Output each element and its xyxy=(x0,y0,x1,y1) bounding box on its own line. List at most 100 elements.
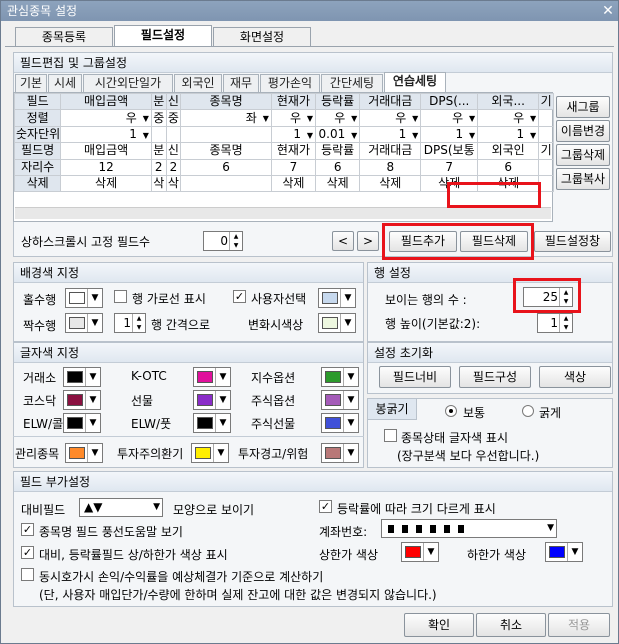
grid-cell: 8 xyxy=(359,158,422,176)
group-button-1[interactable]: 이름변경 xyxy=(556,120,610,142)
grid-cell[interactable]: 좌 xyxy=(180,109,272,127)
grid-cell[interactable]: 우 xyxy=(60,109,152,127)
grid-cell[interactable]: 1 xyxy=(60,125,152,144)
row-gap-stepper[interactable]: 1 ▲ ▼ xyxy=(114,313,146,333)
grid-cell[interactable]: 삭 xyxy=(165,174,182,193)
tab-screen-settings[interactable]: 화면설정 xyxy=(213,27,311,47)
lower-color-picker[interactable]: ▼ xyxy=(545,542,583,562)
reset-color-button[interactable]: 색상 xyxy=(539,366,611,388)
grid-cell[interactable]: 삭 xyxy=(150,174,167,193)
subtab-3[interactable]: 외국인 xyxy=(174,74,222,92)
field-window-button[interactable]: 필드설정창 xyxy=(534,231,611,252)
group-button-3[interactable]: 그룹복사 xyxy=(556,168,610,190)
grid-cell[interactable]: 삭제 xyxy=(270,174,317,193)
row-height-stepper[interactable]: 1 ▲ ▼ xyxy=(537,313,573,333)
grid-cell[interactable]: 우 xyxy=(270,109,317,127)
subtab-6[interactable]: 간단세팅 xyxy=(321,74,383,92)
subtab-4[interactable]: 재무 xyxy=(223,74,259,92)
subtab-1[interactable]: 시세 xyxy=(48,74,82,92)
text-color-label-8: 주식선물 xyxy=(251,417,296,431)
subtab-2[interactable]: 시간외단일가 xyxy=(83,74,173,92)
odd-row-color-picker[interactable]: ▼ xyxy=(65,288,103,308)
extra-settings-title: 필드 부가설정 xyxy=(14,472,612,492)
text-color-label-4: 선물 xyxy=(131,394,154,408)
text-color-picker-5[interactable]: ▼ xyxy=(321,390,359,410)
grid-scrollbar[interactable] xyxy=(15,207,551,219)
grid-cell[interactable]: 중 xyxy=(165,109,182,127)
even-row-color-picker[interactable]: ▼ xyxy=(65,313,103,333)
user-select-checkbox[interactable]: ✓ xyxy=(233,290,246,303)
group-button-2[interactable]: 그룹삭제 xyxy=(556,144,610,166)
balloon-checkbox[interactable]: ✓ xyxy=(21,523,34,536)
spin-arrows-icon[interactable]: ▲ ▼ xyxy=(132,314,145,332)
grid-cell[interactable]: 0.01 xyxy=(315,125,361,144)
grid-cell[interactable]: 우 xyxy=(477,109,540,127)
grid-cell[interactable]: 1 xyxy=(359,125,422,144)
grid-cell xyxy=(150,125,167,144)
change-color-picker[interactable]: ▼ xyxy=(318,313,356,333)
bold-radio[interactable] xyxy=(522,405,534,417)
grid-cell[interactable]: 1 xyxy=(420,125,479,144)
row-line-checkbox[interactable] xyxy=(114,290,127,303)
text-color-picker-8[interactable]: ▼ xyxy=(321,413,359,433)
status-color-picker-0[interactable]: ▼ xyxy=(65,443,103,463)
next-button[interactable]: > xyxy=(357,231,379,251)
grid-cell[interactable]: 1 xyxy=(477,125,540,144)
text-color-picker-4[interactable]: ▼ xyxy=(193,390,231,410)
subtab-7[interactable]: 연습세팅 xyxy=(384,72,446,92)
grid-cell: 거래대금 xyxy=(359,92,422,111)
close-icon[interactable]: ✕ xyxy=(600,3,616,19)
grid-cell xyxy=(180,125,272,144)
normal-radio[interactable] xyxy=(445,405,457,417)
grid-cell[interactable]: 우 xyxy=(420,109,479,127)
grid-cell: 기 xyxy=(538,142,554,160)
calc-checkbox[interactable] xyxy=(21,568,34,581)
cancel-button[interactable]: 취소 xyxy=(476,613,546,637)
fixed-field-stepper[interactable]: 0 ▲ ▼ xyxy=(203,231,243,251)
grid-cell[interactable]: 우 xyxy=(359,109,422,127)
highlight-delete-cells xyxy=(447,182,541,208)
status-color-checkbox[interactable] xyxy=(384,429,397,442)
grid-cell: 종목명 xyxy=(180,142,272,160)
subtab-5[interactable]: 평가손익 xyxy=(260,74,320,92)
grid-cell: 등락률 xyxy=(315,92,361,111)
grid-cell[interactable]: 중 xyxy=(150,109,167,127)
masked-account-icon xyxy=(388,525,468,533)
prev-button[interactable]: < xyxy=(332,231,354,251)
status-color-picker-1[interactable]: ▼ xyxy=(191,443,229,463)
calc-note: (단, 사용자 매입단가/수량에 한하며 실제 잔고에 대한 값은 변경되지 않… xyxy=(39,588,437,602)
text-color-picker-3[interactable]: ▼ xyxy=(63,390,101,410)
size-by-rate-checkbox[interactable]: ✓ xyxy=(319,500,332,513)
grid-cell[interactable]: 1 xyxy=(270,125,317,144)
status-color-picker-2[interactable]: ▼ xyxy=(321,443,359,463)
text-color-picker-7[interactable]: ▼ xyxy=(193,413,231,433)
grid-cell: 외국... xyxy=(477,92,540,111)
tab-stock-register[interactable]: 종목등록 xyxy=(15,27,113,47)
tab-field-settings[interactable]: 필드설정 xyxy=(114,25,212,47)
spin-arrows-icon[interactable]: ▲ ▼ xyxy=(229,232,242,250)
compare-shape-select[interactable]: ▲▼ ▼ xyxy=(79,498,163,517)
reset-width-button[interactable]: 필드너비 xyxy=(379,366,451,388)
grid-row-header: 자리수 xyxy=(13,158,62,176)
status-color-label-2: 투자경고/위험 xyxy=(238,447,309,461)
text-color-picker-2[interactable]: ▼ xyxy=(321,367,359,387)
apply-button[interactable]: 적용 xyxy=(548,613,610,637)
grid-cell[interactable]: 우 xyxy=(315,109,361,127)
account-select[interactable]: ▼ xyxy=(381,519,557,538)
ok-button[interactable]: 확인 xyxy=(404,613,474,637)
grid-cell[interactable] xyxy=(180,174,272,193)
status-color-label-0: 관리종목 xyxy=(15,447,60,461)
upper-color-picker[interactable]: ▼ xyxy=(401,542,439,562)
text-color-picker-1[interactable]: ▼ xyxy=(193,367,231,387)
reset-layout-button[interactable]: 필드구성 xyxy=(459,366,531,388)
grid-cell[interactable]: 삭제 xyxy=(60,174,152,193)
user-select-color-picker[interactable]: ▼ xyxy=(318,288,356,308)
grid-cell[interactable]: 삭제 xyxy=(315,174,361,193)
subtab-0[interactable]: 기본 xyxy=(15,74,47,92)
spin-arrows-icon[interactable]: ▲ ▼ xyxy=(559,314,572,332)
group-button-0[interactable]: 새그룹 xyxy=(556,96,610,118)
updown-color-checkbox[interactable]: ✓ xyxy=(21,546,34,559)
grid-cell[interactable]: 삭제 xyxy=(359,174,422,193)
text-color-picker-6[interactable]: ▼ xyxy=(63,413,101,433)
text-color-picker-0[interactable]: ▼ xyxy=(63,367,101,387)
